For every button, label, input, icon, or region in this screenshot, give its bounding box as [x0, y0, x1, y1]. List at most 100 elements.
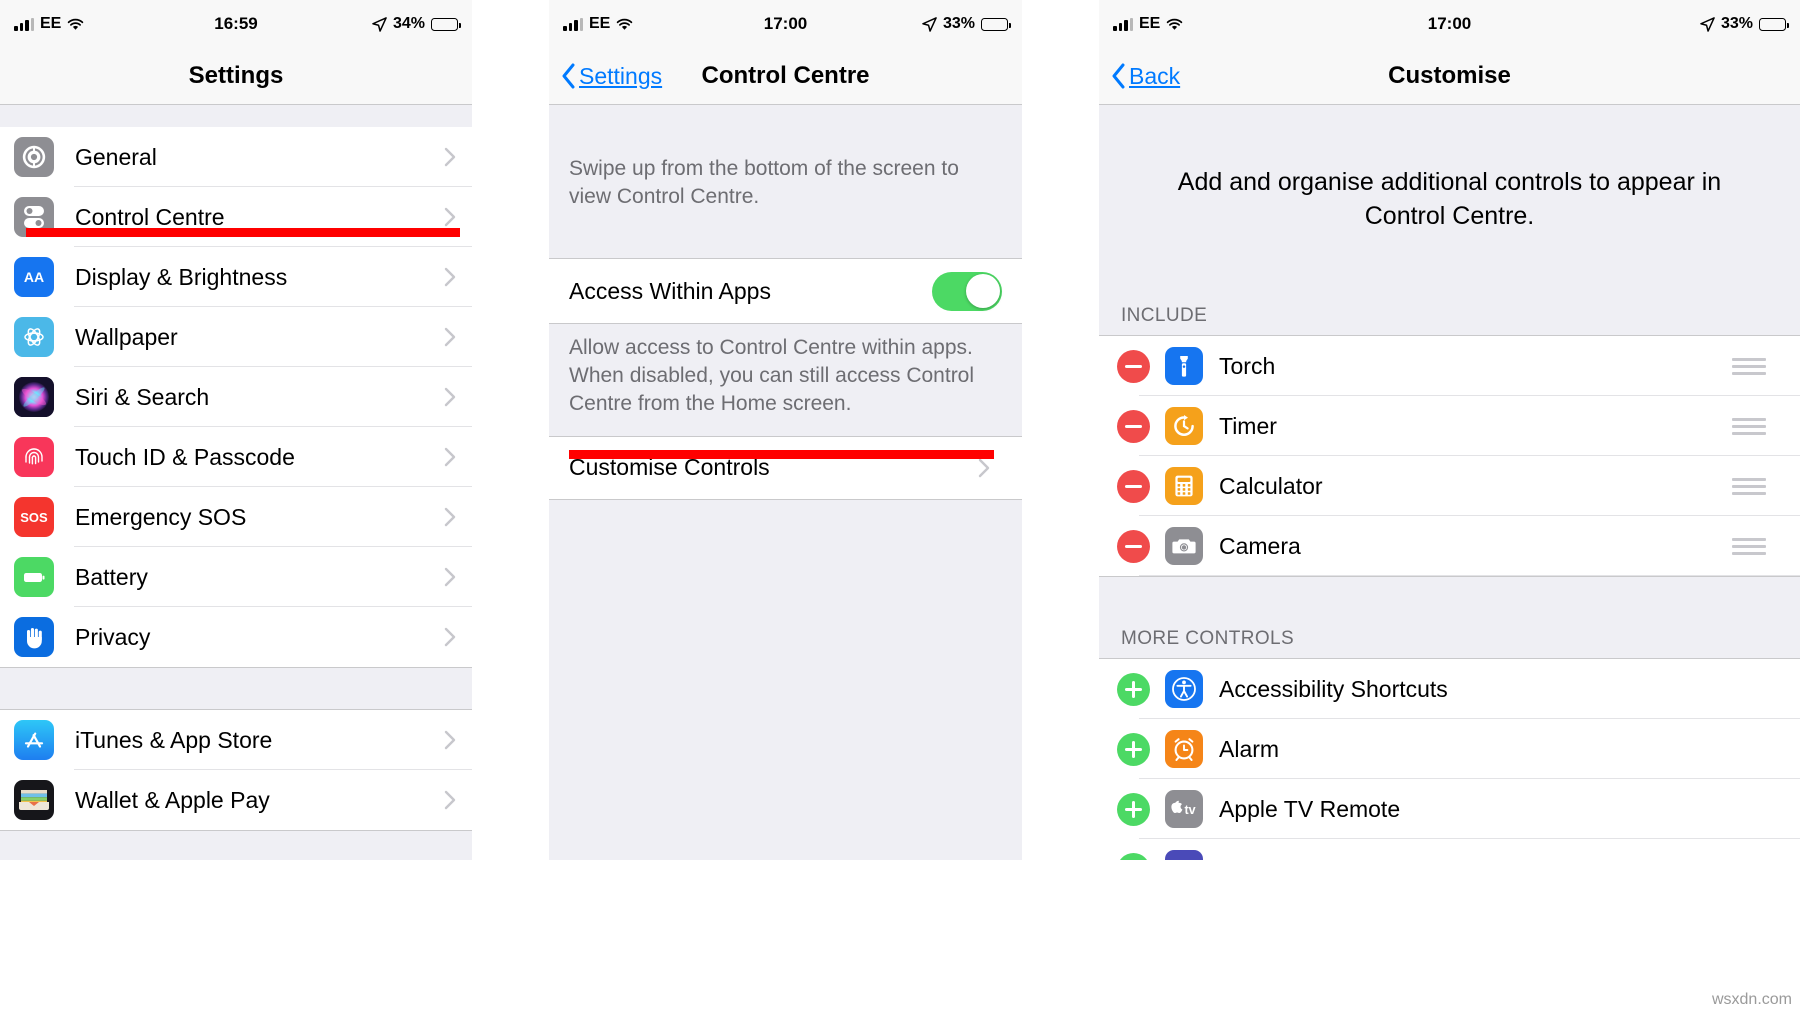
back-button[interactable]: Settings [561, 63, 662, 90]
location-arrow-icon [1700, 16, 1715, 32]
drag-handle-icon[interactable] [1732, 537, 1766, 555]
list-item-timer[interactable]: Timer [1099, 396, 1800, 456]
chevron-right-icon [444, 790, 456, 810]
screenshot-stage: EE 16:59 34% Settings General Control Ce… [0, 0, 1800, 1013]
drag-handle-icon[interactable] [1732, 417, 1766, 435]
drag-handle-icon[interactable] [1732, 357, 1766, 375]
remove-button[interactable] [1117, 349, 1150, 383]
list-item-calculator[interactable]: Calculator [1099, 456, 1800, 516]
phone-panel-settings: EE 16:59 34% Settings General Control Ce… [0, 0, 472, 860]
svg-text:AA: AA [24, 269, 44, 285]
carrier-label: EE [589, 15, 611, 32]
camera-icon [1165, 527, 1203, 565]
add-button[interactable] [1117, 672, 1150, 706]
sidebar-item-label: Battery [75, 563, 148, 590]
customise-controls-row[interactable]: Customise Controls [549, 436, 1022, 499]
group-spacer [549, 105, 1022, 145]
apple-tv-icon: tv [1165, 790, 1203, 828]
calculator-icon [1165, 467, 1203, 505]
status-bar: EE 17:00 33% [1099, 0, 1800, 48]
sidebar-item-privacy[interactable]: Privacy [0, 607, 472, 667]
sidebar-item-siri-search[interactable]: Siri & Search [0, 367, 472, 427]
status-time: 17:00 [1427, 14, 1472, 33]
chevron-right-icon [444, 207, 456, 227]
sidebar-item-label: Wallpaper [75, 323, 178, 350]
nav-bar: Settings Control Centre [549, 48, 1022, 105]
gear-icon [14, 137, 54, 177]
page-title: Settings [188, 62, 284, 89]
display-brightness-icon: AA [14, 257, 54, 297]
chevron-right-icon [444, 447, 456, 467]
sidebar-item-label: Emergency SOS [75, 503, 247, 530]
sidebar-item-wallet-apple-pay[interactable]: Wallet & Apple Pay [0, 770, 472, 830]
chevron-right-icon [978, 458, 990, 478]
battery-icon [981, 17, 1011, 31]
sidebar-item-label: Control Centre [75, 203, 225, 230]
cellular-bars-icon [14, 17, 34, 31]
list-item-alarm[interactable]: Alarm [1099, 719, 1800, 779]
add-button[interactable] [1117, 792, 1150, 826]
sidebar-item-itunes-app-store[interactable]: iTunes & App Store [0, 710, 472, 770]
timer-icon [1165, 407, 1203, 445]
svg-text:SOS: SOS [20, 510, 48, 525]
chevron-left-icon [561, 63, 576, 89]
list-item-accessibility-shortcuts[interactable]: Accessibility Shortcuts [1099, 659, 1800, 719]
group-spacer [0, 667, 472, 710]
add-button[interactable] [1117, 732, 1150, 766]
add-button[interactable] [1117, 852, 1150, 860]
chevron-right-icon [444, 730, 456, 750]
status-bar-right: 33% [1700, 15, 1789, 33]
sidebar-item-control-centre[interactable]: Control Centre [0, 187, 472, 247]
wallet-icon [14, 780, 54, 820]
list-item-torch[interactable]: Torch [1099, 336, 1800, 396]
drag-handle-icon[interactable] [1732, 477, 1766, 495]
accessibility-icon [1165, 670, 1203, 708]
privacy-hand-icon [14, 617, 54, 657]
access-within-apps-toggle[interactable] [932, 271, 1002, 311]
sidebar-item-emergency-sos[interactable]: SOS Emergency SOS [0, 487, 472, 547]
highlight-marker-control-centre [26, 228, 460, 237]
sidebar-item-general[interactable]: General [0, 127, 472, 187]
list-item-do-not-disturb-while-driving[interactable]: Do Not Disturb While Driving [1099, 839, 1800, 860]
battery-percent: 34% [392, 15, 425, 32]
sidebar-item-label: General [75, 143, 157, 170]
sidebar-item-battery[interactable]: Battery [0, 547, 472, 607]
remove-button[interactable] [1117, 409, 1150, 443]
access-within-apps-footer: Allow access to Control Centre within ap… [549, 323, 1022, 437]
status-bar-left: EE [563, 15, 633, 33]
settings-group-2: iTunes & App Store Wallet & Apple Pay [0, 710, 472, 830]
group-spacer [0, 105, 472, 127]
remove-button[interactable] [1117, 529, 1150, 563]
do-not-disturb-driving-icon [1165, 850, 1203, 860]
group-spacer [0, 830, 472, 860]
status-bar-right: 34% [372, 15, 461, 33]
status-bar-left: EE [14, 15, 84, 33]
chevron-right-icon [444, 507, 456, 527]
status-bar: EE 17:00 33% [549, 0, 1022, 48]
customise-header-text: Add and organise additional controls to … [1099, 105, 1800, 297]
phone-panel-control-centre: EE 17:00 33% Settings Control Centre Swi… [549, 0, 1022, 860]
access-within-apps-row[interactable]: Access Within Apps [549, 259, 1022, 324]
sos-icon: SOS [14, 497, 54, 537]
cellular-bars-icon [563, 17, 583, 31]
location-arrow-icon [372, 16, 387, 32]
list-item-camera[interactable]: Camera [1099, 516, 1800, 576]
chevron-right-icon [444, 387, 456, 407]
sidebar-item-label: Touch ID & Passcode [75, 443, 295, 470]
nav-bar: Settings [0, 48, 472, 105]
list-item-apple-tv-remote[interactable]: tv Apple TV Remote [1099, 779, 1800, 839]
sidebar-item-touch-id-passcode[interactable]: Touch ID & Passcode [0, 427, 472, 487]
location-arrow-icon [922, 16, 937, 32]
sidebar-item-display-brightness[interactable]: AA Display & Brightness [0, 247, 472, 307]
list-item-label: Camera [1219, 532, 1301, 559]
remove-button[interactable] [1117, 469, 1150, 503]
wifi-icon [67, 18, 84, 31]
access-within-apps-label: Access Within Apps [569, 277, 771, 304]
status-bar-right: 33% [922, 15, 1011, 33]
sidebar-item-wallpaper[interactable]: Wallpaper [0, 307, 472, 367]
sidebar-item-label: Privacy [75, 623, 151, 650]
chevron-right-icon [444, 327, 456, 347]
chevron-left-icon [1111, 63, 1126, 89]
chevron-right-icon [444, 147, 456, 167]
back-button[interactable]: Back [1111, 63, 1180, 90]
